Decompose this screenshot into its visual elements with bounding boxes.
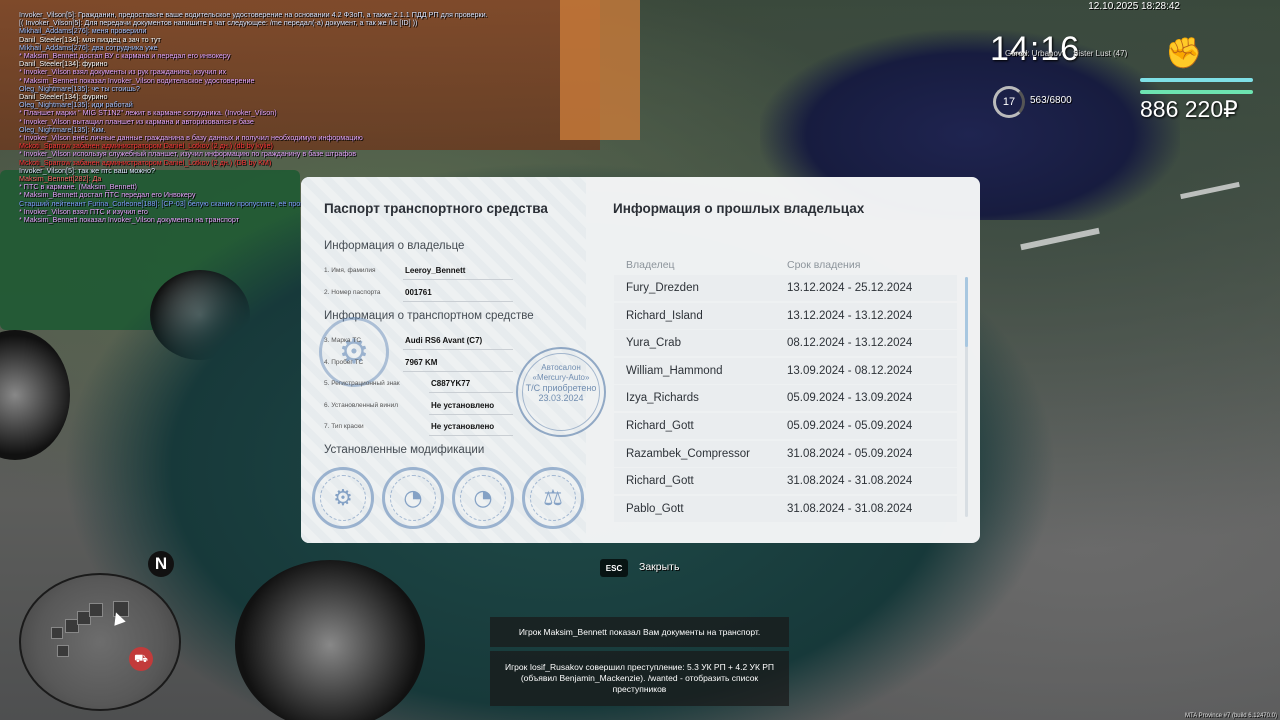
wrench-stamp-icon: ⚙: [319, 317, 389, 387]
datetime: 12.10.2025 18:28:42: [1088, 1, 1180, 12]
field-underline: [429, 414, 513, 415]
owner-cell: Richard_Island: [626, 309, 703, 322]
period-cell: 13.12.2024 - 13.12.2024: [787, 309, 913, 322]
speed-mod-icon: ◔: [452, 467, 514, 529]
table-row: Fury_Drezden 13.12.2024 - 25.12.2024: [614, 275, 957, 301]
chat-line: Invoker_Vilson[5]: так же птс ваш можно?: [19, 165, 155, 175]
vehicle-vinyl-value: Не установлено: [431, 401, 495, 410]
owner-cell: Richard_Gott: [626, 419, 694, 432]
armor-bar: [1140, 90, 1253, 94]
field-underline: [403, 371, 513, 372]
truck-icon: ⛟: [129, 647, 153, 671]
owners-table: Владелец Срок владения Fury_Drezden 13.12…: [614, 259, 957, 523]
owner-cell: William_Hammond: [626, 364, 723, 377]
table-row: William_Hammond 13.09.2024 - 08.12.2024: [614, 357, 957, 384]
stamp-line: Т/С приобретено: [525, 383, 597, 393]
table-header: Владелец Срок владения: [614, 259, 957, 275]
field-label: 5. Регистрационный знак: [324, 380, 400, 387]
field-label: 7. Тип краски: [324, 423, 364, 430]
table-row: Izya_Richards 05.09.2024 - 13.09.2024: [614, 385, 957, 412]
health-bar: [1140, 78, 1253, 82]
period-cell: 13.12.2024 - 25.12.2024: [787, 282, 913, 294]
period-cell: 31.08.2024 - 31.08.2024: [787, 475, 913, 488]
field-label: 6. Установленный винил: [324, 402, 398, 409]
scrollbar-thumb[interactable]: [965, 277, 968, 347]
passport-number-value: 001761: [405, 288, 432, 297]
owner-cell: Richard_Gott: [626, 475, 694, 488]
field-underline: [403, 349, 513, 350]
field-underline: [429, 392, 513, 393]
road-marking: [1180, 181, 1240, 200]
dealer-stamp: Автосалон «Mercury-Auto» Т/С приобретено…: [516, 347, 606, 437]
level-indicator: 17: [993, 86, 1025, 118]
stamp-line: «Mercury-Auto»: [532, 373, 590, 382]
table-row: Razambek_Compressor 31.08.2024 - 05.09.20…: [614, 440, 957, 467]
balance-mod-icon: ⚖: [522, 467, 584, 529]
table-row: Richard_Gott 05.09.2024 - 05.09.2024: [614, 412, 957, 439]
field-label: 1. Имя, фамилия: [324, 267, 376, 274]
period-cell: 31.08.2024 - 05.09.2024: [787, 447, 913, 460]
fist-icon: ✊: [1165, 36, 1203, 71]
table-row: Richard_Island 13.12.2024 - 13.12.2024: [614, 302, 957, 329]
vehicle-brand-value: Audi RS6 Avant (C7): [405, 336, 483, 345]
field-label: 4. Пробег ТС: [324, 359, 364, 366]
esc-key[interactable]: ESC: [600, 559, 628, 577]
speed-mod-icon: ◔: [382, 467, 444, 529]
mods-section-title: Установленные модификации: [324, 444, 485, 456]
map-building: [89, 603, 103, 617]
car-wheel: [235, 560, 425, 720]
table-row: Richard_Gott 31.08.2024 - 31.08.2024: [614, 468, 957, 495]
money-balance: 886 220₽: [1140, 96, 1238, 122]
notification: Игрок Iosif_Rusakov совершил преступлени…: [490, 651, 789, 706]
period-cell: 08.12.2024 - 13.12.2024: [787, 337, 913, 350]
owner-cell: Razambek_Compressor: [626, 447, 750, 460]
history-title: Информация о прошлых владельцах: [613, 201, 865, 216]
owner-cell: Pablo_Gott: [626, 502, 684, 515]
notification: Игрок Maksim_Bennett показал Вам докумен…: [490, 617, 789, 647]
base-mod-icon: ⚙: [312, 467, 374, 529]
field-underline: [403, 301, 513, 302]
build-info: MTA Province #7 (build 6.12470.0): [1185, 713, 1277, 719]
passport-title: Паспорт транспортного средства: [324, 201, 548, 216]
period-cell: 05.09.2024 - 13.09.2024: [787, 392, 913, 405]
owner-cell: Yura_Crab: [626, 337, 681, 350]
stamp-date: 23.03.2024: [538, 393, 584, 403]
column-header-period: Срок владения: [787, 259, 861, 271]
field-label: 3. Марка ТС: [324, 337, 362, 344]
table-row: Yura_Crab 08.12.2024 - 13.12.2024: [614, 330, 957, 357]
field-underline: [403, 279, 513, 280]
vehicle-documents-dialog: Паспорт транспортного средства Информаци…: [301, 177, 980, 543]
period-cell: 05.09.2024 - 05.09.2024: [787, 419, 913, 432]
period-cell: 13.09.2024 - 08.12.2024: [787, 364, 913, 377]
close-button[interactable]: Закрыть: [639, 561, 679, 573]
owner-cell: Fury_Drezden: [626, 282, 699, 294]
minimap: ⛟: [19, 573, 181, 711]
owner-section-title: Информация о владельце: [324, 240, 465, 252]
map-building: [51, 627, 63, 639]
owner-name-value: Leeroy_Bennett: [405, 266, 466, 275]
vehicle-plate-value: C887YK77: [431, 379, 471, 388]
period-cell: 31.08.2024 - 31.08.2024: [787, 502, 913, 515]
stamp-line: Автосалон: [541, 363, 581, 372]
field-label: 2. Номер паспорта: [324, 289, 381, 296]
north-compass-icon: N: [148, 551, 174, 577]
xp-counter: 563/6800: [1030, 95, 1072, 106]
history-scrollbar[interactable]: [965, 277, 968, 517]
table-row: Pablo_Gott 31.08.2024 - 31.08.2024: [614, 495, 957, 522]
nearby-label: Sister Lust (47): [1073, 49, 1128, 58]
column-header-owner: Владелец: [626, 259, 675, 271]
zone-label: Gorod: Urbanov: [1005, 49, 1062, 58]
owner-cell: Izya_Richards: [626, 392, 699, 405]
vehicle-paint-value: Не установлено: [431, 422, 495, 431]
vehicle-mileage-value: 7967 KM: [405, 358, 438, 367]
field-underline: [429, 435, 513, 436]
map-building: [57, 645, 69, 657]
